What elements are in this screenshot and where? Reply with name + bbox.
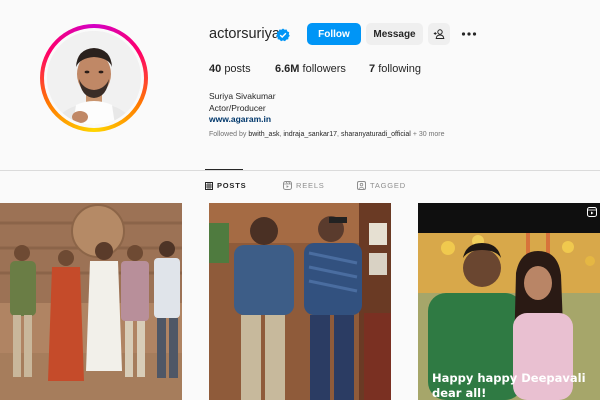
grid-icon: [205, 181, 213, 190]
suggested-accounts-button[interactable]: [428, 23, 450, 45]
message-button[interactable]: Message: [366, 23, 423, 45]
tab-posts[interactable]: POSTS: [205, 181, 246, 190]
website-link[interactable]: www.agaram.in: [209, 114, 271, 124]
post-thumbnail[interactable]: [209, 203, 391, 400]
tab-reels[interactable]: REELS: [283, 181, 325, 190]
post-image: [0, 203, 182, 400]
reel-caption-line: Happy happy Deepavali: [432, 371, 586, 385]
followers-count[interactable]: 6.6M followers: [275, 63, 346, 75]
followed-by-user[interactable]: bwith_ask: [248, 131, 279, 138]
reel-caption-line: dear all!: [432, 386, 487, 400]
add-person-icon: [433, 29, 445, 39]
avatar-gap: [44, 28, 144, 128]
avatar[interactable]: [47, 31, 141, 125]
followers-count-value: 6.6M: [275, 63, 300, 75]
post-thumbnail[interactable]: [0, 203, 182, 400]
following-count-label: following: [378, 63, 421, 75]
tagged-icon: [357, 181, 366, 190]
post-image: [209, 203, 391, 400]
posts-count-value: 40: [209, 63, 222, 75]
posts-count-label: posts: [224, 63, 251, 75]
reels-icon: [283, 181, 292, 190]
tab-tagged[interactable]: TAGGED: [357, 181, 406, 190]
posts-count: 40 posts: [209, 63, 251, 75]
category: Actor/Producer: [209, 103, 266, 113]
followed-by-more[interactable]: + 30 more: [413, 131, 445, 138]
followers-count-label: followers: [302, 63, 346, 75]
followed-by-user[interactable]: sharanyaturadi_official: [341, 131, 411, 138]
avatar-image: [47, 31, 141, 125]
followed-by-user[interactable]: indraja_sankar17: [283, 131, 337, 138]
tab-label: REELS: [296, 181, 325, 190]
following-count-value: 7: [369, 63, 376, 75]
tab-label: POSTS: [217, 181, 247, 190]
active-tab-indicator: [205, 169, 243, 170]
follow-button[interactable]: Follow: [307, 23, 361, 45]
reel-caption: Happy happy Deepavali dear all!: [432, 371, 586, 400]
post-thumbnail[interactable]: Happy happy Deepavali dear all!: [418, 203, 600, 400]
more-options-icon[interactable]: [461, 27, 477, 41]
verified-badge-icon: [276, 28, 290, 42]
following-count[interactable]: 7 following: [369, 63, 421, 75]
followed-by-prefix: Followed by: [209, 131, 247, 138]
profile-avatar-ring[interactable]: [40, 24, 148, 132]
tab-label: TAGGED: [370, 181, 406, 190]
username: actorsuriya: [209, 26, 280, 42]
reel-indicator-icon: [587, 207, 597, 217]
tabs-divider: [0, 170, 600, 171]
followed-by[interactable]: Followed by bwith_ask, indraja_sankar17,…: [209, 131, 445, 138]
full-name: Suriya Sivakumar: [209, 91, 276, 101]
